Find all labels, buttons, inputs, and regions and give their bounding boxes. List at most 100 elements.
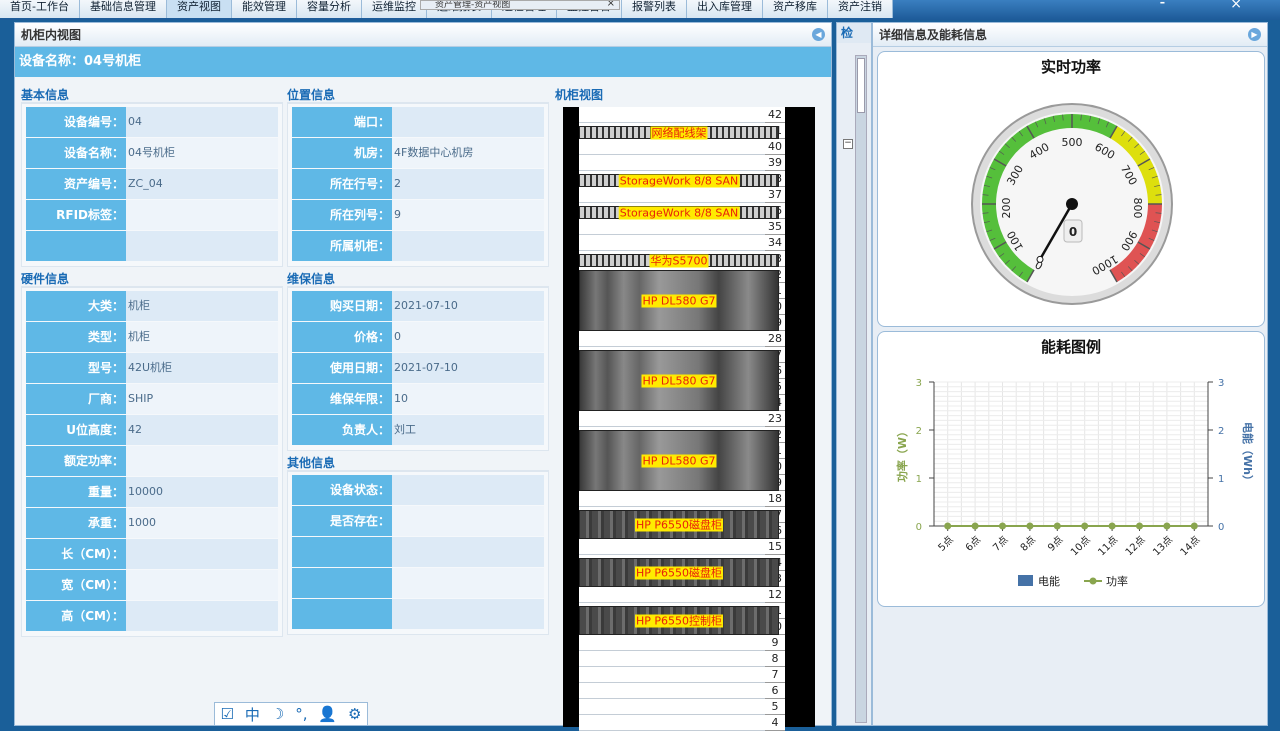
form-row: 资产编号： ZC_04 bbox=[26, 169, 278, 200]
u-number: 18 bbox=[765, 491, 785, 507]
top-tab[interactable]: 报警列表 bbox=[621, 0, 687, 18]
field-value: 42U机柜 bbox=[126, 353, 278, 383]
top-tab[interactable]: 运维监控 bbox=[361, 0, 427, 18]
rack-device[interactable]: HP P6550磁盘柜 bbox=[579, 558, 779, 587]
field-value bbox=[392, 568, 544, 598]
field-value bbox=[392, 231, 544, 261]
field-label: 厂商： bbox=[26, 384, 126, 414]
scrollbar[interactable] bbox=[855, 55, 867, 723]
ime-toolbar: ☑ 中 ☽ °, 👤 ⚙ bbox=[214, 702, 368, 726]
form-row: 所属机柜： bbox=[292, 231, 544, 262]
u-number: 40 bbox=[765, 139, 785, 155]
user-icon[interactable]: 👤 bbox=[318, 705, 337, 723]
data-point[interactable] bbox=[1108, 522, 1116, 530]
rack-slot[interactable] bbox=[579, 667, 779, 683]
top-tab[interactable]: 容量分析 bbox=[296, 0, 362, 18]
energy-chart-card: 能耗图例 0 0 1 1 2 2 3 3 5点 6点 7点 8点 9点 10点 11点 12点 13点 14点 功率… bbox=[877, 331, 1265, 607]
top-tab[interactable]: 资产注销 bbox=[827, 0, 893, 18]
u-number: 4 bbox=[765, 715, 785, 731]
rack-slot[interactable] bbox=[579, 699, 779, 715]
rack-device[interactable]: 华为S5700 bbox=[579, 254, 779, 267]
data-point[interactable] bbox=[944, 522, 952, 530]
data-point[interactable] bbox=[1136, 522, 1143, 530]
rack-slot[interactable] bbox=[579, 491, 779, 507]
top-tab[interactable]: 出入库管理 bbox=[686, 0, 763, 18]
form-row bbox=[26, 231, 278, 262]
gauge-tick-label: 800 bbox=[1131, 198, 1144, 219]
rack-device[interactable]: HP DL580 G7 bbox=[579, 350, 779, 411]
form-row: 是否存在： bbox=[292, 506, 544, 537]
field-value bbox=[392, 599, 544, 629]
data-point[interactable] bbox=[1190, 522, 1198, 530]
rack-slot[interactable] bbox=[579, 635, 779, 651]
chinese-input-icon[interactable]: 中 bbox=[245, 704, 260, 725]
form-row: 设备状态： bbox=[292, 475, 544, 506]
browser-tab[interactable]: 资产管理-资产视图 × bbox=[420, 0, 620, 10]
device-label: HP DL580 G7 bbox=[641, 454, 717, 467]
rack-device[interactable]: StorageWork 8/8 SAN bbox=[579, 174, 779, 187]
field-value: 机柜 bbox=[126, 322, 278, 352]
rack-slot[interactable] bbox=[579, 187, 779, 203]
data-point[interactable] bbox=[1026, 522, 1034, 530]
location-info-form: 端口： 机房： 4F数据中心机房 所在行号： 2 所在列号： 9 所属机柜： bbox=[287, 103, 549, 267]
top-tab[interactable]: 基础信息管理 bbox=[79, 0, 167, 18]
data-point[interactable] bbox=[1163, 522, 1171, 530]
rack-slot[interactable] bbox=[579, 155, 779, 171]
panel-title: 机柜内视图 bbox=[21, 28, 82, 42]
rack-device[interactable]: StorageWork 8/8 SAN bbox=[579, 206, 779, 219]
rack-slot[interactable] bbox=[579, 219, 779, 235]
field-label: 所在列号： bbox=[292, 200, 392, 230]
device-label: HP P6550磁盘柜 bbox=[634, 518, 724, 531]
top-tab[interactable]: 资产视图 bbox=[166, 0, 232, 18]
rack-slot[interactable] bbox=[579, 235, 779, 251]
rack-slot[interactable] bbox=[579, 651, 779, 667]
top-tab[interactable]: 资产移库 bbox=[762, 0, 828, 18]
gauge-readout: 0 bbox=[1069, 225, 1077, 239]
legend-label[interactable]: 功率 bbox=[1106, 574, 1128, 588]
legend-swatch-energy bbox=[1018, 575, 1033, 586]
check-icon[interactable]: ☑ bbox=[220, 705, 233, 723]
moon-icon[interactable]: ☽ bbox=[271, 705, 284, 723]
rack-slot[interactable] bbox=[579, 107, 779, 123]
field-value: 42 bbox=[126, 415, 278, 445]
field-label: 长（CM）： bbox=[26, 539, 126, 569]
data-point[interactable] bbox=[999, 522, 1006, 530]
data-point[interactable] bbox=[1053, 522, 1061, 530]
collapse-tree-icon[interactable]: − bbox=[843, 139, 853, 149]
data-point[interactable] bbox=[1081, 522, 1089, 530]
rack-slot[interactable] bbox=[579, 139, 779, 155]
collapse-icon[interactable]: ▶ bbox=[1248, 28, 1261, 41]
legend-label[interactable]: 电能 bbox=[1038, 574, 1060, 588]
rack-device[interactable]: HP DL580 G7 bbox=[579, 270, 779, 331]
data-point[interactable] bbox=[971, 522, 979, 530]
rack-slot[interactable] bbox=[579, 331, 779, 347]
rack-slot[interactable] bbox=[579, 411, 779, 427]
x-tick-label: 11点 bbox=[1096, 534, 1121, 559]
maintenance-info-form: 购买日期： 2021-07-10 价格： 0 使用日期： 2021-07-10 维保年限： 1… bbox=[287, 287, 549, 451]
gear-icon[interactable]: ⚙ bbox=[348, 705, 361, 723]
collapse-icon[interactable]: ◀ bbox=[812, 28, 825, 41]
scrollbar-thumb[interactable] bbox=[857, 58, 865, 113]
device-name-bar: 设备名称：04号机柜 bbox=[15, 47, 831, 77]
x-tick-label: 5点 bbox=[936, 534, 956, 554]
field-label: U位高度： bbox=[26, 415, 126, 445]
gauge-needle-tip bbox=[1036, 255, 1044, 263]
rack-device[interactable]: HP P6550控制柜 bbox=[579, 606, 779, 635]
punctuation-icon[interactable]: °, bbox=[295, 705, 307, 723]
field-value: 2021-07-10 bbox=[392, 353, 544, 383]
rack-device[interactable]: HP P6550磁盘柜 bbox=[579, 510, 779, 539]
rack-slot[interactable] bbox=[579, 683, 779, 699]
form-row: 型号： 42U机柜 bbox=[26, 353, 278, 384]
rack-device[interactable]: 网络配线架 bbox=[579, 126, 779, 139]
close-icon[interactable]: × bbox=[607, 1, 615, 9]
rack-device[interactable]: HP DL580 G7 bbox=[579, 430, 779, 491]
other-info-form: 设备状态： 是否存在： bbox=[287, 471, 549, 635]
legend-marker bbox=[1089, 577, 1097, 585]
rack-slot[interactable] bbox=[579, 587, 779, 603]
top-tab[interactable]: 能效管理 bbox=[231, 0, 297, 18]
field-value: 机柜 bbox=[126, 291, 278, 321]
rack-slot[interactable] bbox=[579, 539, 779, 555]
window-controls[interactable]: ⁃ × bbox=[1159, 0, 1272, 12]
top-tab[interactable]: 首页-工作台 bbox=[0, 0, 80, 18]
rack-slot[interactable] bbox=[579, 715, 779, 731]
